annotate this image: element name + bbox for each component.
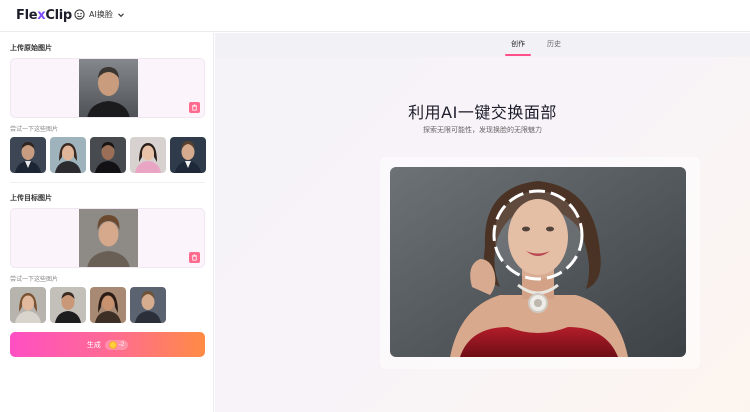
tab-create[interactable]: 创作	[511, 39, 525, 49]
tab-history[interactable]: 历史	[547, 39, 561, 49]
delete-original-button[interactable]	[189, 102, 200, 113]
face-swap-preview-image	[390, 167, 686, 357]
target-image-dropzone[interactable]	[10, 208, 205, 268]
target-samples-hint: 尝试一下这些图片	[10, 276, 59, 283]
original-sample-list	[10, 137, 206, 173]
sample-target-3[interactable]	[90, 287, 126, 323]
generate-button-label: 生成	[86, 341, 101, 349]
sample-original-4[interactable]	[130, 137, 166, 173]
credit-cost-value: -2	[118, 341, 125, 348]
section-divider	[10, 182, 205, 183]
sample-original-1[interactable]	[10, 137, 46, 173]
original-samples-hint: 尝试一下这些图片	[10, 126, 59, 133]
trash-icon	[192, 254, 197, 261]
target-image-preview	[79, 209, 138, 267]
delete-target-button[interactable]	[189, 252, 200, 263]
original-image-preview	[79, 59, 138, 117]
tab-bar: 创作 历史	[215, 33, 750, 57]
upload-target-title: 上传目标图片	[10, 194, 52, 202]
sample-target-4[interactable]	[130, 287, 166, 323]
logo-text-flex: Fle	[16, 8, 38, 23]
top-bar: FlexClip AI换脸	[0, 0, 750, 32]
upload-original-title: 上传原始图片	[10, 44, 52, 52]
trash-icon	[192, 104, 197, 111]
flexclip-logo[interactable]: FlexClip	[16, 8, 72, 23]
main-panel: 创作 历史 利用AI一键交换面部 探索无限可能性，发现换脸的无限魅力	[215, 33, 750, 412]
logo-text-clip: Clip	[45, 8, 72, 23]
sample-target-1[interactable]	[10, 287, 46, 323]
chevron-down-icon	[117, 12, 124, 17]
left-panel: 上传原始图片 尝试一下这些图片 上传目标图片 尝试一下这些图片 生成 -2	[0, 33, 214, 412]
face-swap-icon	[74, 9, 85, 20]
page-subheadline: 探索无限可能性，发现换脸的无限魅力	[423, 126, 542, 134]
sample-original-2[interactable]	[50, 137, 86, 173]
generate-button[interactable]: 生成 -2	[10, 332, 205, 357]
sample-target-2[interactable]	[50, 287, 86, 323]
coin-icon	[108, 340, 117, 349]
page-headline: 利用AI一键交换面部	[408, 103, 557, 122]
original-image-dropzone[interactable]	[10, 58, 205, 118]
sample-original-3[interactable]	[90, 137, 126, 173]
target-sample-list	[10, 287, 166, 323]
sample-original-5[interactable]	[170, 137, 206, 173]
active-tab-indicator	[505, 54, 531, 56]
credit-cost-badge: -2	[104, 339, 129, 350]
tool-switcher-label: AI换脸	[89, 10, 113, 19]
tool-switcher[interactable]: AI换脸	[74, 9, 125, 20]
